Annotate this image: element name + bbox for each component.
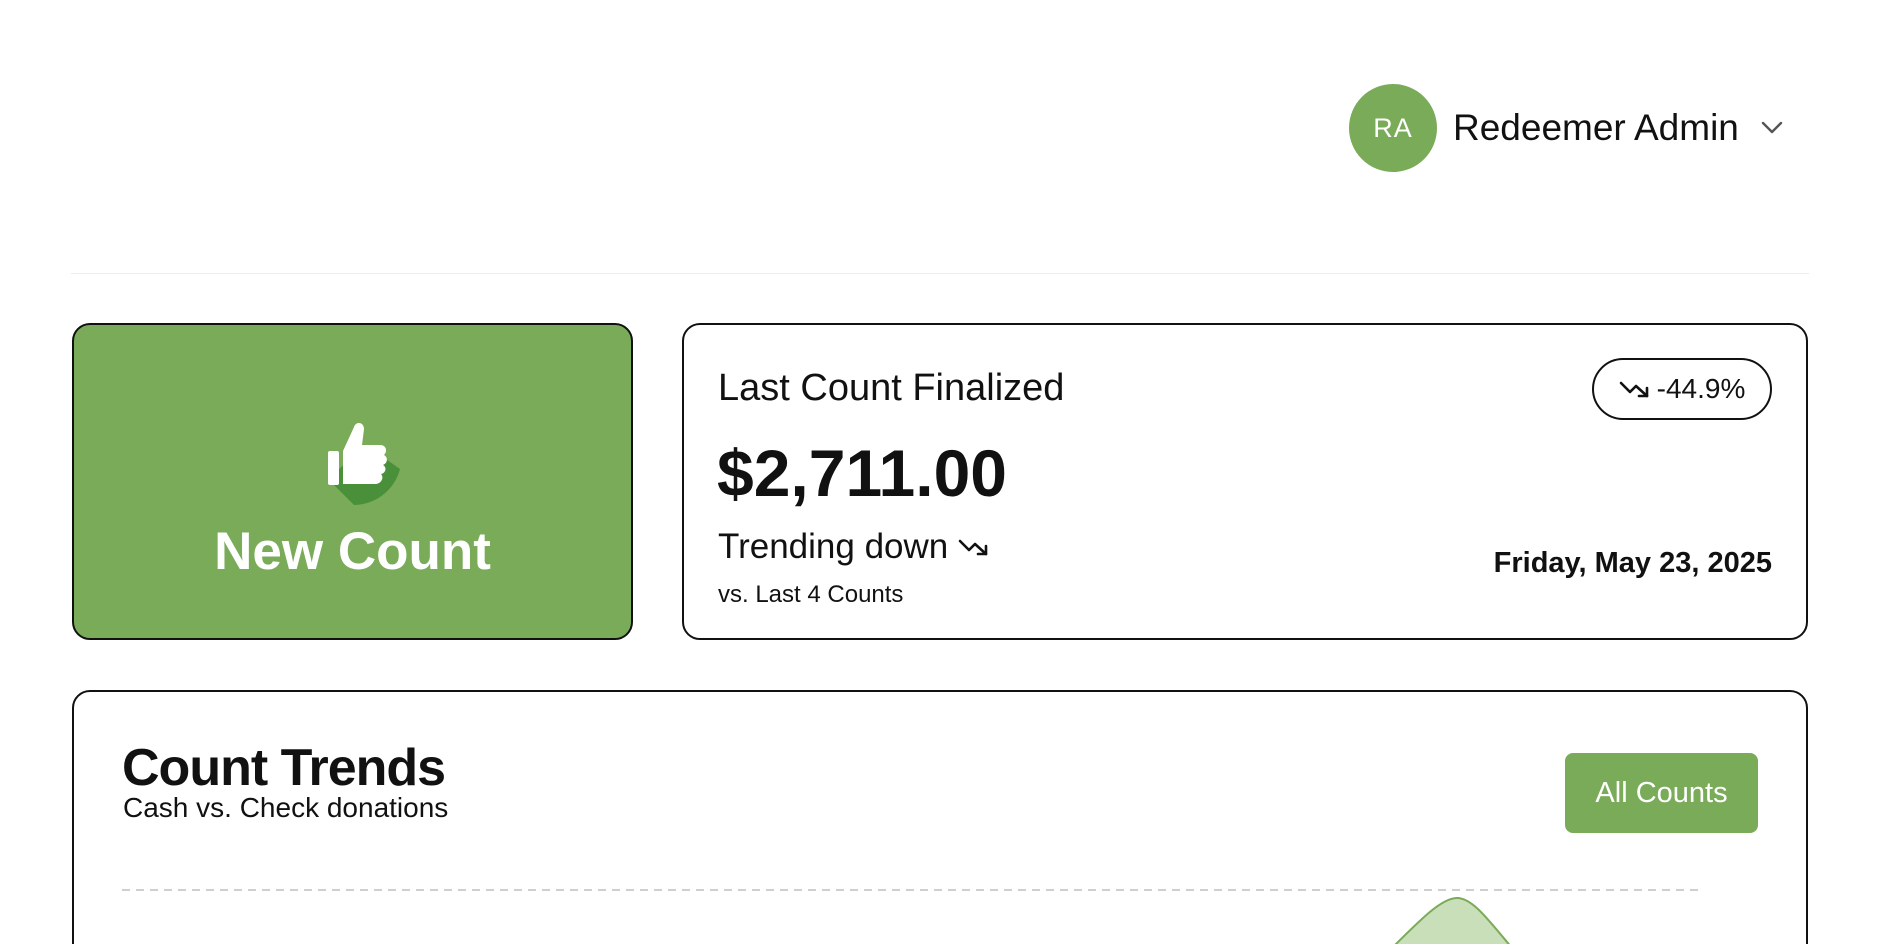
user-menu[interactable]: RA Redeemer Admin [1349, 84, 1785, 172]
last-count-title: Last Count Finalized [718, 367, 1065, 409]
trends-subtitle: Cash vs. Check donations [123, 792, 449, 823]
chevron-down-icon[interactable] [1759, 115, 1785, 141]
trend-line: Trending down [718, 527, 990, 567]
trend-chart [122, 889, 1698, 944]
header-divider [71, 273, 1809, 274]
change-badge: -44.9% [1592, 358, 1772, 420]
dashboard-page: RA Redeemer Admin New Count Last Count F… [0, 0, 1880, 944]
last-count-card: Last Count Finalized $2,711.00 Trending … [682, 323, 1808, 640]
trending-down-icon [1619, 381, 1648, 398]
chart-area-series [1394, 896, 1510, 944]
all-counts-button[interactable]: All Counts [1565, 753, 1758, 833]
user-name[interactable]: Redeemer Admin [1453, 107, 1739, 149]
trends-title: Count Trends [122, 739, 446, 797]
avatar-initials: RA [1373, 112, 1413, 143]
trend-label: Trending down [718, 527, 949, 566]
count-trends-panel: Count Trends Cash vs. Check donations Al… [72, 690, 1808, 944]
new-count-label: New Count [214, 522, 491, 581]
thumbs-up-icon [327, 423, 400, 505]
change-percent: -44.9% [1656, 373, 1746, 404]
new-count-button[interactable]: New Count [72, 323, 633, 640]
trending-down-icon [958, 539, 988, 556]
avatar[interactable]: RA [1349, 84, 1437, 172]
all-counts-label: All Counts [1595, 776, 1728, 809]
trend-comparison: vs. Last 4 Counts [718, 581, 904, 608]
last-count-amount: $2,711.00 [717, 436, 1007, 510]
count-date: Friday, May 23, 2025 [1493, 547, 1772, 579]
